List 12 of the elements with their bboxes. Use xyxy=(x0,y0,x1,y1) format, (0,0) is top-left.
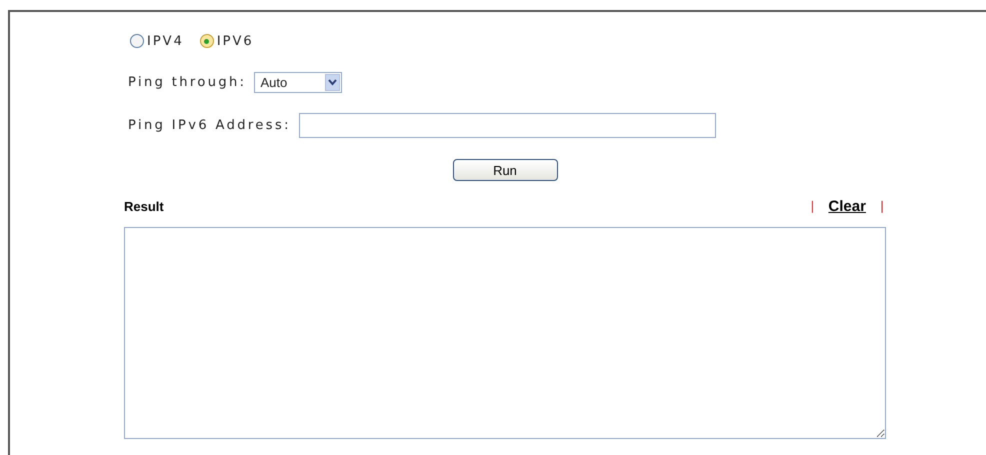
radio-option[interactable]: IPV6 xyxy=(200,34,254,48)
ping-through-label: Ping through: xyxy=(128,74,246,90)
clear-link[interactable]: Clear xyxy=(828,198,866,214)
result-heading: Result xyxy=(124,198,164,214)
caret-icon xyxy=(325,74,340,90)
address-label: Ping IPv6 Address: xyxy=(128,118,291,132)
separator: | xyxy=(880,199,884,213)
radio-option[interactable]: IPV4 xyxy=(130,34,184,48)
run-button[interactable]: Run xyxy=(452,159,558,181)
address-field[interactable] xyxy=(298,112,716,138)
separator: | xyxy=(810,199,814,213)
ping-through-dropdown[interactable]: Auto xyxy=(254,72,342,92)
